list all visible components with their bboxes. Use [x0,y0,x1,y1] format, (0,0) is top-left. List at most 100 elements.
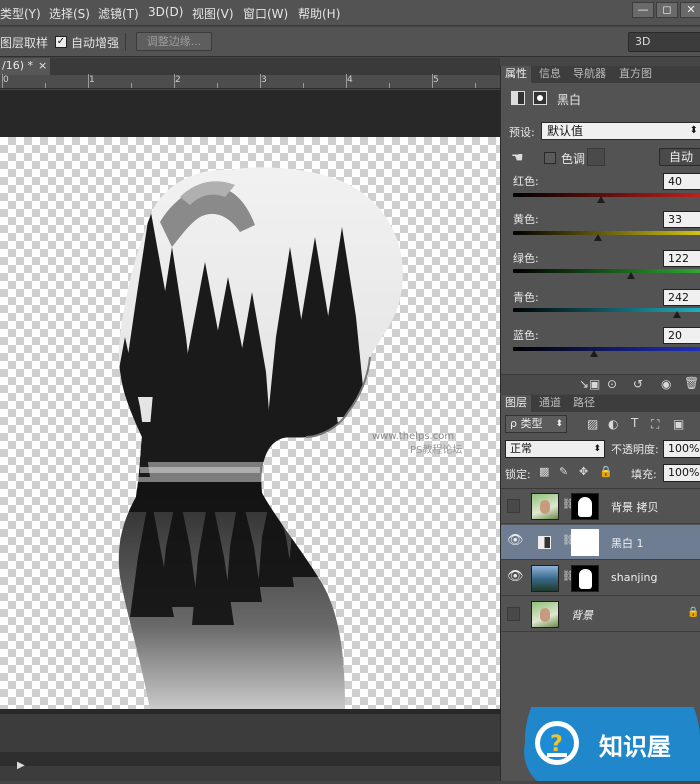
tint-label: 色调 [561,152,586,166]
layer-mask-thumbnail[interactable] [571,529,599,556]
ruler-tick [2,74,3,88]
properties-footer: ↘▣ ⊙ ↺ ◉ 🗑 [501,374,700,394]
maximize-button[interactable]: ◻ [656,2,678,18]
layer-name[interactable]: 背景 拷贝 [611,499,659,515]
layer-mask-thumbnail[interactable] [571,565,599,592]
menu-type[interactable]: 类型(Y) [0,5,41,22]
status-expand-icon[interactable]: ▶ [17,760,25,771]
layer-row[interactable]: 背景 🔒 [501,597,700,632]
cyan-slider-handle[interactable] [672,311,681,318]
layer-thumbnail [531,601,559,628]
targeted-adjustment-hand-icon[interactable]: ☚ [511,150,524,166]
preset-select[interactable]: 默认值 ⬍ [541,122,700,140]
tab-channels[interactable]: 通道 [535,395,565,412]
tint-color-swatch[interactable] [587,148,605,166]
horizontal-scrollbar[interactable] [0,752,500,766]
tab-navigator[interactable]: 导航器 [569,66,610,83]
watermark-logo: ? 知识屋 [524,652,700,781]
canvas-watermark-forum: PS教程论坛 [410,443,462,456]
menu-view[interactable]: 视图(V) [192,5,234,22]
eye-icon[interactable]: 👁 [507,570,524,585]
ruler-tick [475,83,476,88]
lock-pixels-icon[interactable]: ✎ [559,465,568,478]
blue-value[interactable]: 20 [663,327,700,344]
layer-row[interactable]: 👁 ⛓ 黑白 1 [501,525,700,560]
green-value[interactable]: 122 [663,250,700,267]
lock-transparent-icon[interactable]: ▩ [539,465,549,478]
lock-all-icon[interactable]: 🔒 [599,465,613,478]
auto-button[interactable]: 自动 [659,148,700,166]
refine-edge-button[interactable]: 调整边缘... [136,32,212,51]
document-canvas[interactable]: www.thelps.com PS教程论坛 [0,137,500,709]
site-watermark: ? 知识屋 [517,652,700,781]
lock-position-icon[interactable]: ✥ [579,465,588,478]
delete-icon[interactable]: 🗑 [684,376,699,390]
visibility-toggle[interactable] [507,499,520,513]
visibility-icon[interactable]: ◉ [661,377,671,391]
ruler-tick [174,74,175,88]
filter-image-icon[interactable]: ▨ [587,417,598,431]
visibility-toggle[interactable] [507,607,520,621]
layer-mask-thumbnail[interactable] [571,493,599,520]
layer-name[interactable]: 黑白 1 [611,535,644,551]
menu-window[interactable]: 窗口(W) [243,5,288,22]
auto-enhance-label: 自动增强 [71,36,120,50]
ruler-number: 1 [89,75,95,85]
sample-all-layers-label[interactable]: 图层取样 [0,34,48,51]
ruler-tick [88,74,89,88]
tab-close-icon[interactable]: × [38,58,47,74]
cyan-value[interactable]: 242 [663,289,700,306]
clip-to-layer-icon[interactable]: ↘▣ [579,377,600,391]
menu-bar: 类型(Y) 选择(S) 滤镜(T) 3D(D) 视图(V) 窗口(W) 帮助(H… [0,0,700,26]
yellow-slider-handle[interactable] [593,234,602,241]
blue-slider[interactable] [513,347,700,351]
filter-shape-icon[interactable]: ⛶ [651,417,659,432]
menu-3d[interactable]: 3D(D) [148,5,183,19]
layer-filter-select[interactable]: ρ 类型 ⬍ [505,415,567,433]
layers-tabs: 图层 通道 路径 [501,395,700,412]
menu-help[interactable]: 帮助(H) [298,5,340,22]
menu-filter[interactable]: 滤镜(T) [98,5,139,22]
mask-icon[interactable] [533,91,547,105]
workspace-select[interactable]: 3D [628,32,700,52]
yellow-slider[interactable] [513,231,700,235]
menu-select[interactable]: 选择(S) [49,5,90,22]
layer-name[interactable]: shanjing [611,571,657,584]
blue-slider-handle[interactable] [589,350,598,357]
green-slider[interactable] [513,269,700,273]
filter-type-icon[interactable]: T [631,416,638,430]
layer-row[interactable]: 👁 ⛓ shanjing [501,561,700,596]
red-value[interactable]: 40 [663,173,700,190]
canvas-area[interactable]: www.thelps.com PS教程论坛 [0,90,500,714]
layer-row[interactable]: ⛓ 背景 拷贝 [501,489,700,524]
filter-adjustment-icon[interactable]: ◐ [608,417,618,431]
eye-icon[interactable]: 👁 [507,534,524,549]
document-tab[interactable]: /16) * × [0,58,50,75]
tab-properties[interactable]: 属性 [501,66,531,83]
auto-enhance-checkbox[interactable]: ✓ [55,36,67,48]
view-previous-icon[interactable]: ⊙ [607,377,617,391]
blue-label: 蓝色: [513,329,539,342]
ruler-number: 3 [261,75,267,85]
yellow-value[interactable]: 33 [663,211,700,228]
lock-icon: 🔒 [687,607,700,618]
ruler-tick [45,83,46,88]
green-slider-handle[interactable] [627,272,636,279]
horizontal-ruler: 0 1 2 3 4 5 [0,74,500,89]
tint-checkbox[interactable] [544,152,556,164]
layer-name[interactable]: 背景 [571,607,593,623]
tab-layers[interactable]: 图层 [501,395,531,412]
fill-field[interactable]: 100% [663,464,700,482]
minimize-button[interactable]: — [632,2,654,18]
red-slider[interactable] [513,193,700,197]
tab-paths[interactable]: 路径 [569,395,599,412]
blend-mode-select[interactable]: 正常 ⬍ [505,440,605,458]
tab-info[interactable]: 信息 [535,66,565,83]
opacity-field[interactable]: 100% [663,440,700,458]
red-slider-handle[interactable] [597,196,606,203]
filter-smart-object-icon[interactable]: ▣ [673,417,684,431]
tab-histogram[interactable]: 直方图 [615,66,656,83]
blend-mode-value: 正常 [510,442,532,455]
close-window-button[interactable]: ✕ [680,2,700,18]
reset-icon[interactable]: ↺ [633,377,643,391]
